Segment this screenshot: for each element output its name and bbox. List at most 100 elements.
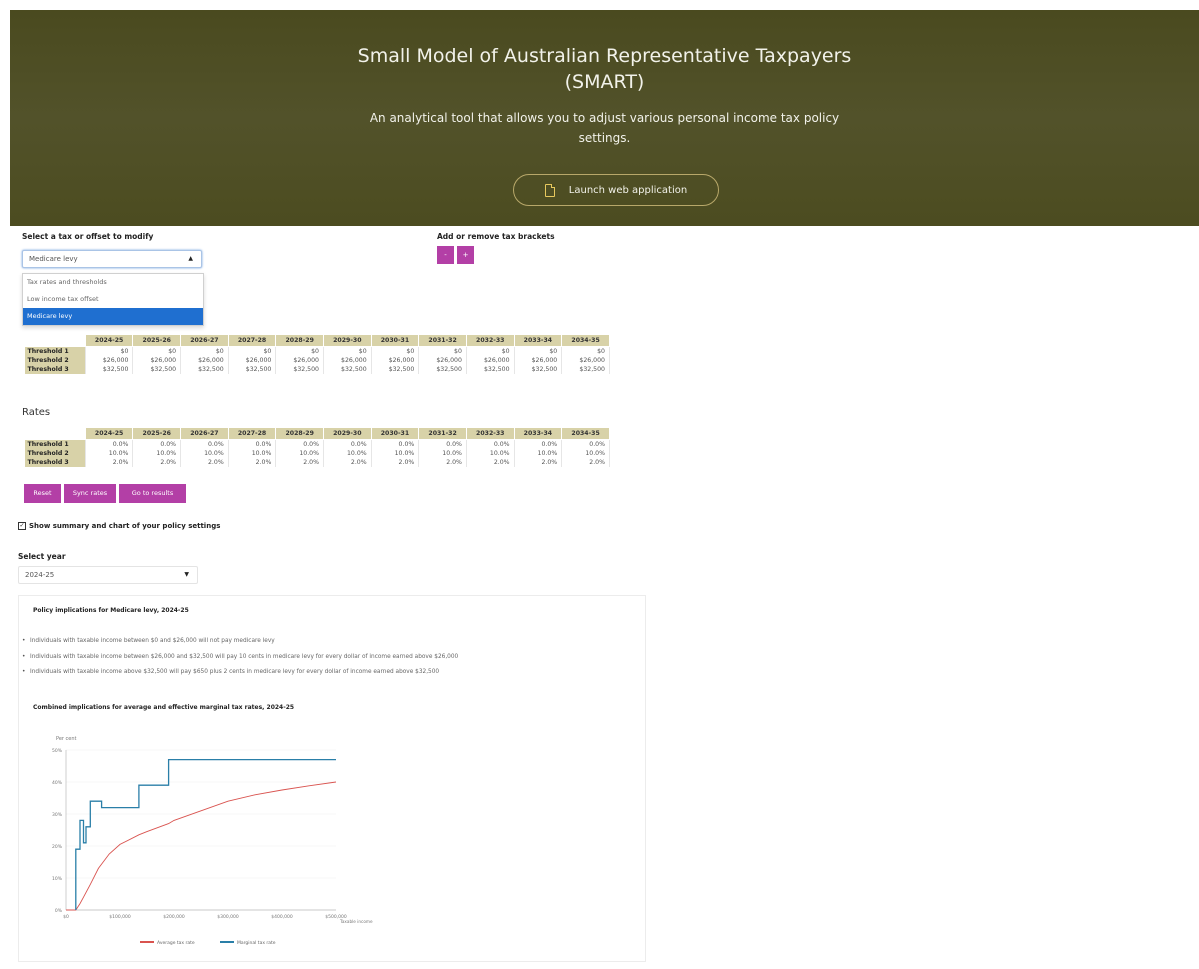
rate-cell[interactable]: 0.0% [275,439,324,449]
threshold-cell[interactable]: $26,000 [132,356,182,365]
threshold-cell[interactable]: $26,000 [466,356,515,365]
year-select-label: Select year [18,552,66,561]
threshold-cell[interactable]: $0 [132,346,182,356]
rate-cell[interactable]: 0.0% [180,439,229,449]
threshold-cell[interactable]: $0 [561,346,610,356]
threshold-year-header: 2024-25 [84,334,134,347]
rate-cell[interactable]: 10.0% [418,449,467,458]
rate-cell[interactable]: 2.0% [418,458,467,467]
add-bracket-button[interactable]: + [457,246,474,264]
threshold-cell[interactable]: $0 [371,346,420,356]
dropdown-option-tax-rates[interactable]: Tax rates and thresholds [23,274,203,291]
rate-cell[interactable]: 2.0% [371,458,420,467]
rate-cell[interactable]: 2.0% [466,458,515,467]
threshold-cell[interactable]: $26,000 [228,356,277,365]
rate-cell[interactable]: 2.0% [228,458,277,467]
threshold-cell[interactable]: $32,500 [85,365,134,374]
rate-cell[interactable]: 2.0% [180,458,229,467]
launch-web-application-button[interactable]: Launch web application [513,174,719,206]
threshold-cell[interactable]: $26,000 [418,356,467,365]
rate-cell[interactable]: 0.0% [418,439,467,449]
y-tick-label: 40% [52,780,63,786]
page-title: Small Model of Australian Representative… [10,43,1199,95]
threshold-cell[interactable]: $32,500 [371,365,420,374]
threshold-cell[interactable]: $0 [418,346,467,356]
threshold-cell[interactable]: $26,000 [180,356,229,365]
threshold-cell[interactable]: $26,000 [275,356,324,365]
threshold-cell[interactable]: $32,500 [180,365,229,374]
threshold-cell[interactable]: $26,000 [85,356,134,365]
threshold-cell[interactable]: $32,500 [418,365,467,374]
reset-button[interactable]: Reset [24,484,61,503]
rate-cell[interactable]: 2.0% [275,458,324,467]
rate-cell[interactable]: 10.0% [561,449,610,458]
hero-banner: Small Model of Australian Representative… [10,10,1199,226]
threshold-row-label: Threshold 3 [24,365,86,374]
go-to-results-button[interactable]: Go to results [119,484,186,503]
rate-cell[interactable]: 10.0% [371,449,420,458]
rate-cell[interactable]: 0.0% [228,439,277,449]
threshold-cell[interactable]: $26,000 [371,356,420,365]
rate-year-header: 2024-25 [84,427,134,440]
threshold-cell[interactable]: $32,500 [275,365,324,374]
rate-cell[interactable]: 10.0% [275,449,324,458]
threshold-cell[interactable]: $32,500 [323,365,372,374]
threshold-cell[interactable]: $0 [228,346,277,356]
table-row: Threshold 1 $0 $0 $0 $0 $0 $0 $0 $0 $0 $0 $0 [24,346,610,356]
threshold-cell[interactable]: $0 [180,346,229,356]
year-select[interactable]: 2024-25 ▼ [18,566,198,584]
rate-cell[interactable]: 10.0% [85,449,134,458]
rate-cell[interactable]: 0.0% [514,439,563,449]
rate-cell[interactable]: 10.0% [228,449,277,458]
rate-cell[interactable]: 10.0% [466,449,515,458]
threshold-cell[interactable]: $32,500 [228,365,277,374]
y-tick-label: 10% [52,876,63,882]
rate-cell[interactable]: 0.0% [371,439,420,449]
rate-row-label: Threshold 2 [24,449,86,458]
threshold-cell[interactable]: $32,500 [561,365,610,374]
threshold-cell[interactable]: $0 [323,346,372,356]
table-corner [24,427,86,440]
sync-rates-button[interactable]: Sync rates [64,484,116,503]
summary-checkbox[interactable]: ✓ [18,522,26,530]
rate-cell[interactable]: 2.0% [85,458,134,467]
rate-cell[interactable]: 10.0% [323,449,372,458]
rate-cell[interactable]: 2.0% [132,458,182,467]
summary-toggle[interactable]: ✓ Show summary and chart of your policy … [18,522,220,530]
rate-year-header: 2033-34 [513,427,563,440]
threshold-cell[interactable]: $0 [85,346,134,356]
rate-cell[interactable]: 2.0% [323,458,372,467]
rate-cell[interactable]: 2.0% [514,458,563,467]
modify-select[interactable]: Medicare levy ▲ [22,250,202,268]
dropdown-option-medicare-levy[interactable]: Medicare levy [23,308,203,325]
threshold-cell[interactable]: $26,000 [561,356,610,365]
rate-cell[interactable]: 0.0% [85,439,134,449]
modify-select-label: Select a tax or offset to modify [22,232,154,241]
threshold-cell[interactable]: $0 [514,346,563,356]
dropdown-option-low-income-offset[interactable]: Low income tax offset [23,291,203,308]
rate-cell[interactable]: 10.0% [132,449,182,458]
rate-cell[interactable]: 2.0% [561,458,610,467]
threshold-cell[interactable]: $32,500 [514,365,563,374]
threshold-row-label: Threshold 2 [24,356,86,365]
threshold-year-header: 2034-35 [561,334,610,347]
chart-heading: Combined implications for average and ef… [33,704,295,711]
rate-year-header: 2028-29 [275,427,324,440]
threshold-cell[interactable]: $0 [466,346,515,356]
threshold-cell[interactable]: $32,500 [132,365,182,374]
x-axis-label: Taxable income [339,919,373,924]
threshold-cell[interactable]: $26,000 [323,356,372,365]
threshold-cell[interactable]: $26,000 [514,356,563,365]
rate-cell[interactable]: 10.0% [514,449,563,458]
threshold-cell[interactable]: $0 [275,346,324,356]
summary-toggle-label: Show summary and chart of your policy se… [29,522,221,530]
rate-cell[interactable]: 10.0% [180,449,229,458]
rate-cell[interactable]: 0.0% [466,439,515,449]
remove-bracket-button[interactable]: - [437,246,454,264]
rate-cell[interactable]: 0.0% [132,439,182,449]
rate-cell[interactable]: 0.0% [561,439,610,449]
rate-year-header: 2031-32 [418,427,467,440]
threshold-cell[interactable]: $32,500 [466,365,515,374]
rate-cell[interactable]: 0.0% [323,439,372,449]
threshold-year-header: 2025-26 [132,334,182,347]
